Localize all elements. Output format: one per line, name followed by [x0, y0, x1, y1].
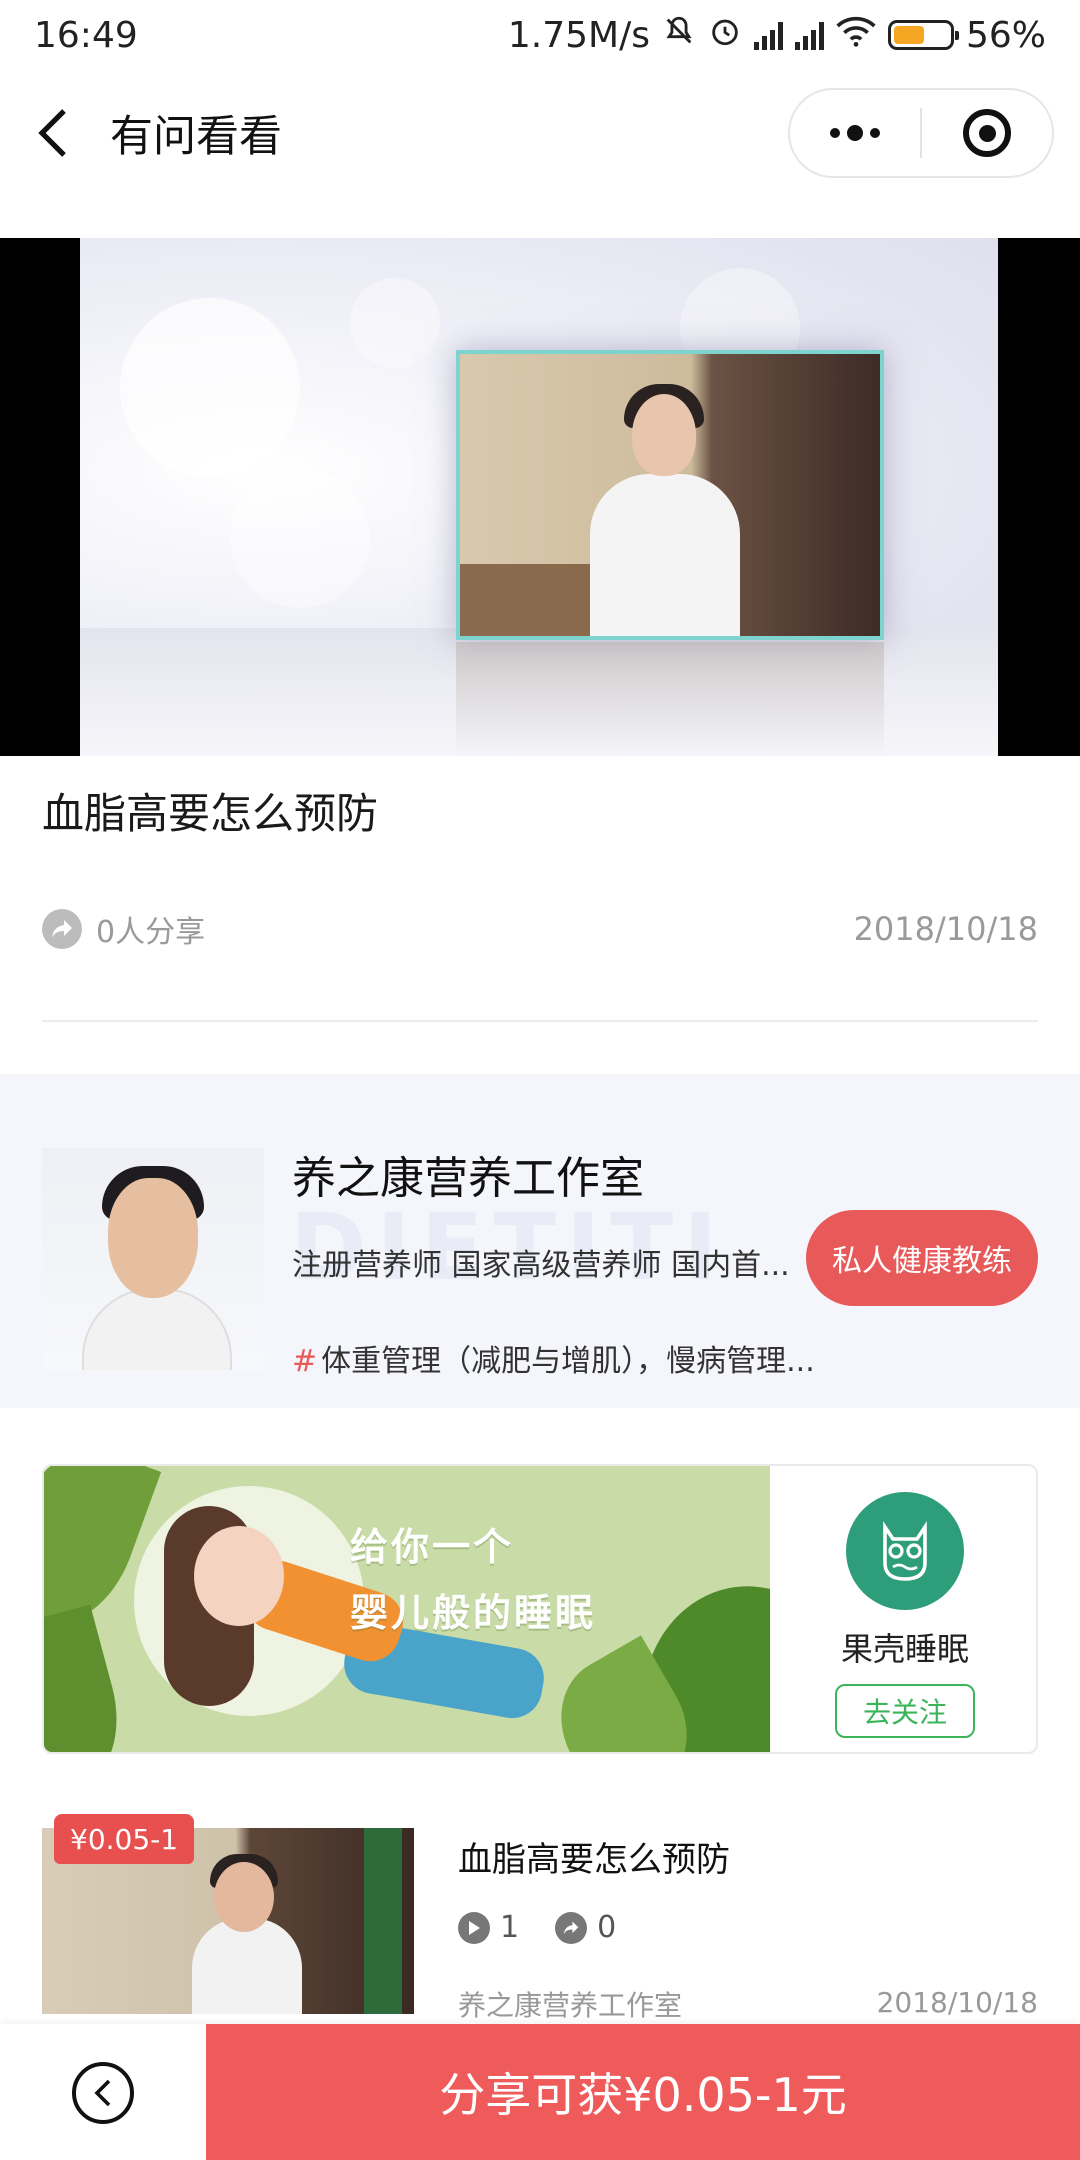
nav-bar: 有问看看 [0, 70, 1080, 195]
list-item[interactable]: ¥0.05-1 血脂高要怎么预防 1 0 养之康营养工作室 2018/10/18 [0, 1814, 1080, 2034]
list-item-stats: 1 0 [458, 1910, 616, 1945]
studio-description: 注册营养师 国家高级营养师 国内首... [292, 1248, 790, 1283]
sleep-ad[interactable]: 给你一个 婴儿般的睡眠 果壳睡眠 去关注 [42, 1464, 1038, 1754]
private-coach-button[interactable]: 私人健康教练 [806, 1210, 1038, 1306]
studio-tags-text: 体重管理（减肥与增肌），慢病管理... [321, 1344, 815, 1379]
article-date: 2018/10/18 [853, 910, 1038, 948]
page-title: 有问看看 [110, 111, 282, 162]
share-count: 0 [597, 1910, 617, 1945]
share-count: 0人分享 [96, 915, 206, 950]
status-indicators: 1.75M/s 56% [508, 14, 1046, 57]
share-reward-button[interactable]: 分享可获¥0.05-1元 [206, 2024, 1080, 2160]
play-icon [458, 1911, 490, 1944]
more-dots-icon [830, 125, 880, 141]
signal-icon [753, 20, 783, 50]
list-item-title: 血脂高要怎么预防 [458, 1840, 730, 1880]
share-count-row[interactable]: 0人分享 [42, 907, 205, 951]
network-speed: 1.75M/s [507, 14, 650, 56]
share-arrow-icon [555, 1911, 588, 1944]
price-badge: ¥0.05-1 [54, 1814, 195, 1864]
alarm-icon [708, 14, 742, 57]
signal-icon-2 [794, 20, 824, 50]
chevron-left-icon [38, 108, 66, 157]
close-miniprogram-button[interactable] [922, 90, 1052, 176]
share-arrow-icon [42, 909, 82, 949]
wifi-icon [836, 15, 876, 56]
divider [42, 1020, 1038, 1022]
video-player[interactable] [0, 238, 1080, 756]
mini-program-capsule [788, 88, 1054, 178]
article-title: 血脂高要怎么预防 [42, 789, 379, 838]
studio-card[interactable]: DIETITI 养之康营养工作室 注册营养师 国家高级营养师 国内首... # 体… [0, 1074, 1080, 1408]
follow-button[interactable]: 去关注 [835, 1684, 975, 1738]
video-reflection [456, 642, 884, 756]
hashtag-icon: # [292, 1344, 318, 1379]
studio-tags: # 体重管理（减肥与增肌），慢病管理... [292, 1336, 832, 1380]
more-button[interactable] [790, 90, 920, 176]
video-frame [80, 238, 998, 756]
ad-slogan-line2: 婴儿般的睡眠 [350, 1591, 597, 1635]
ad-brand-panel: 果壳睡眠 去关注 [770, 1466, 1036, 1752]
video-doctor-frame [456, 350, 884, 640]
play-count: 1 [500, 1910, 520, 1945]
bottom-bar: 分享可获¥0.05-1元 [0, 2024, 1080, 2160]
list-item-source: 养之康营养工作室 [458, 1989, 683, 2022]
mute-icon [662, 14, 696, 57]
studio-name: 养之康营养工作室 [292, 1153, 644, 1204]
studio-avatar[interactable] [42, 1148, 264, 1370]
status-time: 16:49 [34, 14, 138, 56]
ad-banner-image[interactable]: 给你一个 婴儿般的睡眠 [44, 1466, 770, 1752]
battery-percent: 56% [965, 14, 1046, 56]
target-close-icon [963, 109, 1011, 157]
list-item-date: 2018/10/18 [876, 1986, 1038, 2019]
status-bar: 16:49 1.75M/s 56% [0, 0, 1080, 70]
home-back-button[interactable] [72, 2062, 134, 2124]
ad-slogan: 给你一个 婴儿般的睡眠 [350, 1514, 596, 1646]
ad-brand-name: 果壳睡眠 [840, 1630, 969, 1668]
back-button[interactable] [4, 83, 104, 183]
chevron-left-icon [94, 2079, 111, 2107]
ad-slogan-line1: 给你一个 [350, 1525, 515, 1569]
owl-logo-icon [846, 1492, 964, 1610]
battery-icon [887, 20, 959, 50]
